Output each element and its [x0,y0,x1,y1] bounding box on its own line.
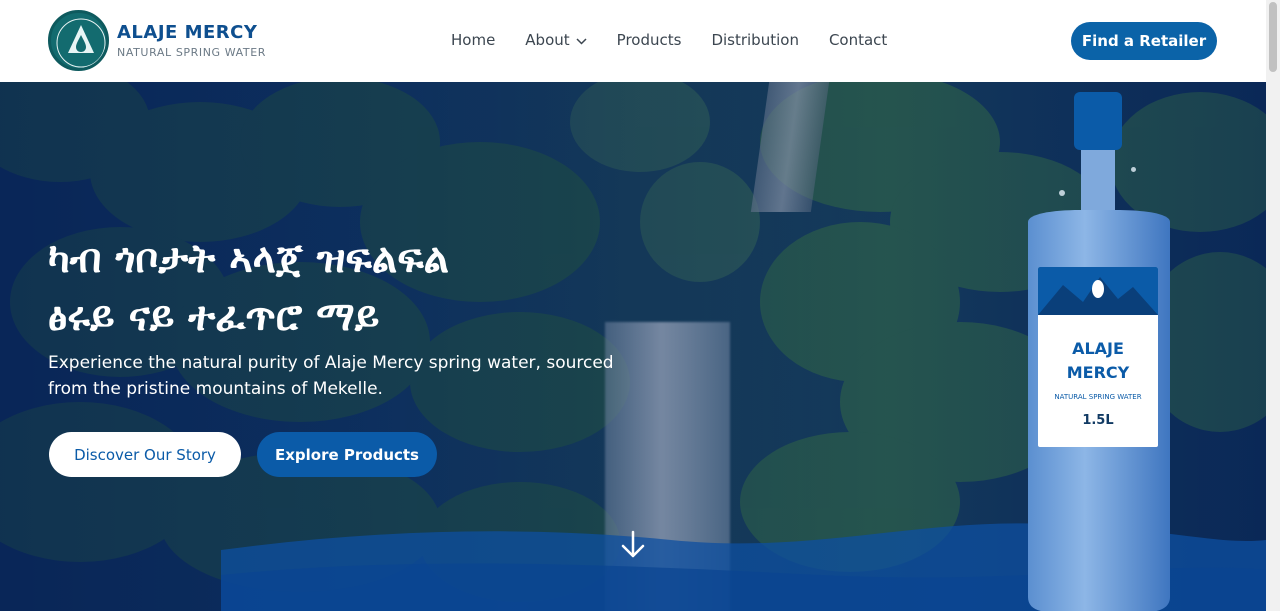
find-retailer-button[interactable]: Find a Retailer [1071,22,1217,60]
nav-about-label: About [525,31,570,49]
label-mountain-graphic [1038,267,1158,315]
discover-story-button[interactable]: Discover Our Story [49,432,241,477]
label-tagline: NATURAL SPRING WATER [1054,393,1142,401]
label-line2: MERCY [1066,363,1130,382]
nav-home[interactable]: Home [451,31,495,49]
brand-name: ALAJE MERCY [117,22,258,43]
nav-contact[interactable]: Contact [829,31,887,49]
logo[interactable]: ALAJE MERCY NATURAL SPRING WATER [48,10,266,71]
page-scrollbar[interactable] [1266,0,1280,611]
brand-tagline: NATURAL SPRING WATER [117,46,267,59]
hero-headline-line1: ካብ ጎቦታት ኣላጀ ዝፍልፍል [48,236,450,282]
bottle-label: ALAJE MERCY NATURAL SPRING WATER 1.5L [1038,267,1158,447]
site-header: ALAJE MERCY NATURAL SPRING WATER Home Ab… [0,0,1266,82]
scrollbar-thumb[interactable] [1269,2,1277,72]
brand-text: ALAJE MERCY NATURAL SPRING WATER [117,22,266,59]
nav-products-label: Products [616,31,682,49]
arrow-down-icon[interactable] [620,530,646,564]
nav-distribution-label: Distribution [711,31,799,49]
nav-products[interactable]: Products [617,31,682,49]
bubble [1131,167,1136,172]
hero-subtext-line1: Experience the natural purity of Alaje M… [48,353,614,373]
hero-headline: ካብ ጎቦታት ኣላጀ ዝፍልፍል ፅሩይ ናይ ተፈጥሮ ማይ [48,230,648,346]
nav-distribution[interactable]: Distribution [711,31,799,49]
nav-about[interactable]: About [525,31,587,49]
label-line1: ALAJE [1072,339,1124,358]
nav-home-label: Home [451,31,496,49]
hero-subtext: Experience the natural purity of Alaje M… [48,350,648,402]
label-volume: 1.5L [1082,413,1114,428]
explore-products-button[interactable]: Explore Products [257,432,437,477]
hero-headline-line2: ፅሩይ ናይ ተፈጥሮ ማይ [48,294,380,340]
label-brand: ALAJE MERCY [1038,337,1158,385]
chevron-down-icon [576,31,587,49]
hero-section: ካብ ጎቦታት ኣላጀ ዝፍልፍል ፅሩይ ናይ ተፈጥሮ ማይ Experie… [0,82,1266,611]
main-nav: Home About Products Distribution Contact [451,31,917,49]
hero-subtext-line2: from the pristine mountains of Mekelle. [48,379,383,399]
bubble [1059,190,1065,196]
nav-contact-label: Contact [828,31,888,49]
water-drop-icon [48,10,109,71]
